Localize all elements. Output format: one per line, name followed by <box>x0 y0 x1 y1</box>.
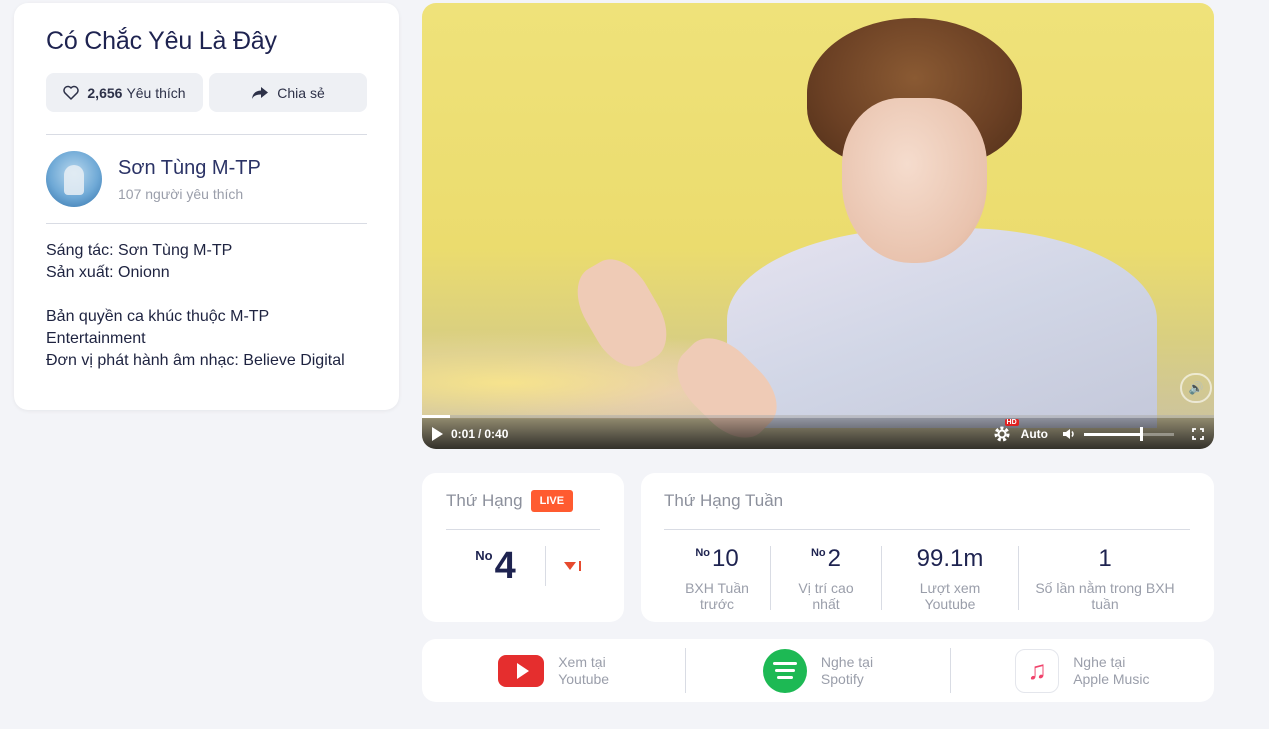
stat-prefix: No <box>695 547 710 559</box>
stat-value: 99.1m <box>916 545 984 572</box>
divider <box>46 223 367 224</box>
settings-gear-icon[interactable]: HD <box>993 419 1019 443</box>
rank-no-prefix: No <box>475 548 493 563</box>
stat-value: 1 <box>1098 545 1112 572</box>
stat-caption: Số lần nằm trong BXH tuần <box>1035 580 1175 612</box>
hd-badge: HD <box>1004 419 1019 426</box>
like-button[interactable]: 2,656 Yêu thích <box>46 73 203 112</box>
platform-line2: Spotify <box>820 670 864 687</box>
divider <box>46 134 367 135</box>
volume-knob[interactable] <box>1139 426 1143 441</box>
artist-row: Sơn Tùng M-TP 107 người yêu thích <box>46 151 367 207</box>
rank-body: No 4 <box>446 546 600 586</box>
youtube-icon <box>498 654 545 687</box>
progress-bar[interactable] <box>422 415 1214 418</box>
stat-value: 2 <box>827 545 842 572</box>
spotify-link[interactable]: Nghe tại Spotify <box>686 648 949 693</box>
video-frame-face <box>842 98 987 263</box>
heart-icon <box>63 85 80 100</box>
rank-number: 4 <box>494 545 516 587</box>
stat-weeks-on-chart: 1 Số lần nằm trong BXH tuần <box>1019 545 1191 613</box>
credit-distributor: Đơn vị phát hành âm nhạc: Believe Digita… <box>46 352 345 369</box>
platform-line1: Nghe tại <box>820 653 874 670</box>
platform-line2: Apple Music <box>1073 670 1150 687</box>
play-icon[interactable] <box>432 427 443 441</box>
platform-line1: Xem tại <box>558 653 606 670</box>
duration: 0:40 <box>484 427 509 441</box>
artist-fans: 107 người yêu thích <box>118 185 244 202</box>
share-button[interactable]: Chia sẻ <box>209 73 367 112</box>
song-actions: 2,656 Yêu thích Chia sẻ <box>46 73 367 112</box>
stat-caption: Lượt xem Youtube <box>919 580 981 612</box>
credit-copyright: Bản quyền ca khúc thuộc M-TP Entertainme… <box>46 308 269 347</box>
divider <box>446 529 600 530</box>
stat-last-week: No 10 BXH Tuần trước <box>664 545 770 613</box>
progress-fill <box>422 415 450 418</box>
volume-slider[interactable] <box>1084 426 1174 441</box>
divider <box>664 529 1190 530</box>
rank-label: Thứ Hạng <box>446 491 523 510</box>
artist-avatar[interactable] <box>46 151 102 207</box>
stat-caption: BXH Tuần trước <box>685 580 749 612</box>
platform-label: Nghe tại Spotify <box>821 654 873 688</box>
apple-music-link[interactable]: ♫ Nghe tại Apple Music <box>951 648 1214 693</box>
share-label: Chia sẻ <box>277 84 325 101</box>
stat-caption: Vị trí cao nhất <box>798 580 854 612</box>
current-time: 0:01 <box>451 427 476 441</box>
trend-down-icon <box>564 561 581 571</box>
youtube-link[interactable]: Xem tại Youtube <box>422 654 685 688</box>
song-info-card: Có Chắc Yêu Là Đây 2,656 Yêu thích Chia … <box>14 3 399 410</box>
stat-youtube-views: 99.1m Lượt xem Youtube <box>882 545 1018 613</box>
stat-value: 10 <box>711 545 739 572</box>
song-credits: Sáng tác: Sơn Tùng M-TP Sản xuất: Onionn… <box>46 240 367 372</box>
volume-overlay-icon[interactable]: 🔊 <box>1180 373 1212 403</box>
weekly-stats: No 10 BXH Tuần trước No 2 Vị trí cao nhất … <box>664 545 1191 613</box>
live-badge: LIVE <box>530 490 574 512</box>
live-rank-card: Thứ Hạng LIVE No 4 <box>422 473 624 622</box>
spotify-icon <box>762 648 807 693</box>
stat-peak: No 2 Vị trí cao nhất <box>771 545 881 613</box>
platform-line1: Nghe tại <box>1073 653 1126 670</box>
quality-label[interactable]: Auto <box>1021 427 1048 441</box>
artist-name[interactable]: Sơn Tùng M-TP <box>118 157 261 180</box>
artist-meta: Sơn Tùng M-TP 107 người yêu thích <box>118 157 261 202</box>
video-frame-figure <box>727 228 1157 428</box>
like-label: Yêu thích <box>126 84 186 101</box>
like-count: 2,656 <box>87 84 123 101</box>
volume-fill <box>1084 432 1140 436</box>
platform-line2: Youtube <box>558 670 610 687</box>
weekly-title: Thứ Hạng Tuần <box>664 491 784 510</box>
weekly-rank-card: Thứ Hạng Tuần No 10 BXH Tuần trước No 2 Vị… <box>641 473 1214 622</box>
time-separator: / <box>478 427 482 441</box>
platform-label: Nghe tại Apple Music <box>1073 654 1149 688</box>
stat-prefix: No <box>810 547 826 559</box>
credit-producer: Sản xuất: Onionn <box>46 264 170 281</box>
divider <box>545 546 546 586</box>
rank-header: Thứ Hạng LIVE <box>446 489 600 513</box>
fullscreen-icon[interactable] <box>1192 428 1204 440</box>
player-controls: 0:01 / 0:40 HD Auto <box>422 419 1214 449</box>
speaker-icon[interactable] <box>1062 428 1076 440</box>
video-player[interactable]: 🔊 0:01 / 0:40 HD Auto <box>422 3 1214 449</box>
apple-music-icon: ♫ <box>1015 648 1060 693</box>
current-rank: No 4 <box>446 546 545 586</box>
song-title: Có Chắc Yêu Là Đây <box>46 27 277 55</box>
share-icon <box>252 86 269 99</box>
platform-label: Xem tại Youtube <box>558 654 609 688</box>
credit-composer: Sáng tác: Sơn Tùng M-TP <box>46 242 233 259</box>
platform-links: Xem tại Youtube Nghe tại Spotify ♫ Nghe … <box>422 639 1214 702</box>
